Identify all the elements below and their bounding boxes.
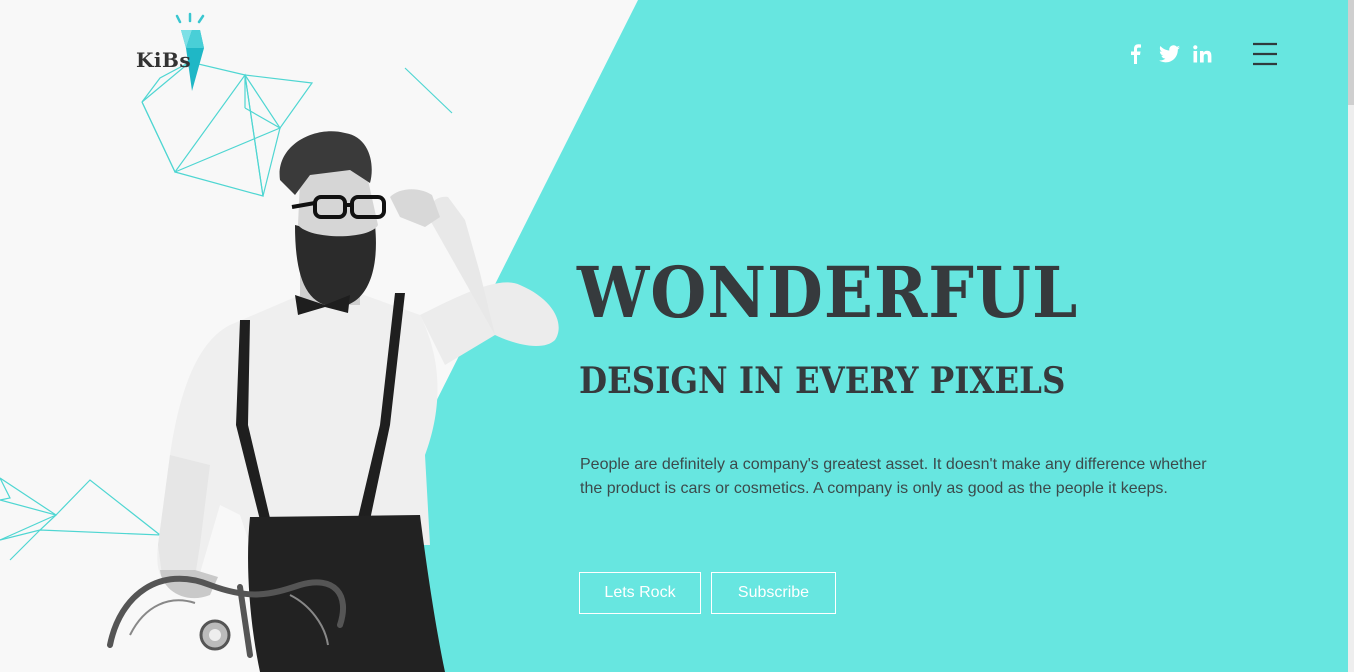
twitter-link[interactable]: [1152, 41, 1186, 67]
hamburger-menu-icon: [1253, 42, 1277, 66]
hero-man-image: [107, 131, 559, 672]
linkedin-link[interactable]: [1186, 41, 1220, 67]
linkedin-icon: [1193, 45, 1212, 63]
facebook-icon: [1131, 44, 1141, 64]
lets-rock-button[interactable]: Lets Rock: [579, 572, 701, 614]
scrollbar-thumb[interactable]: [1348, 0, 1354, 105]
twitter-icon: [1158, 45, 1180, 63]
landing-page: KiBs WONDERFUL DESIGN IN EVERY PIXELS Pe…: [0, 0, 1354, 672]
hero-description: People are definitely a company's greate…: [580, 456, 1207, 497]
subscribe-button[interactable]: Subscribe: [711, 572, 836, 614]
hero-title: WONDERFUL: [577, 251, 1079, 334]
logo-text: KiBs: [136, 48, 192, 72]
facebook-link[interactable]: [1118, 41, 1152, 67]
menu-button[interactable]: [1252, 42, 1278, 66]
kibs-logo[interactable]: KiBs: [134, 12, 214, 94]
social-links: [1118, 41, 1220, 67]
hero-subtitle: DESIGN IN EVERY PIXELS: [579, 360, 1066, 402]
